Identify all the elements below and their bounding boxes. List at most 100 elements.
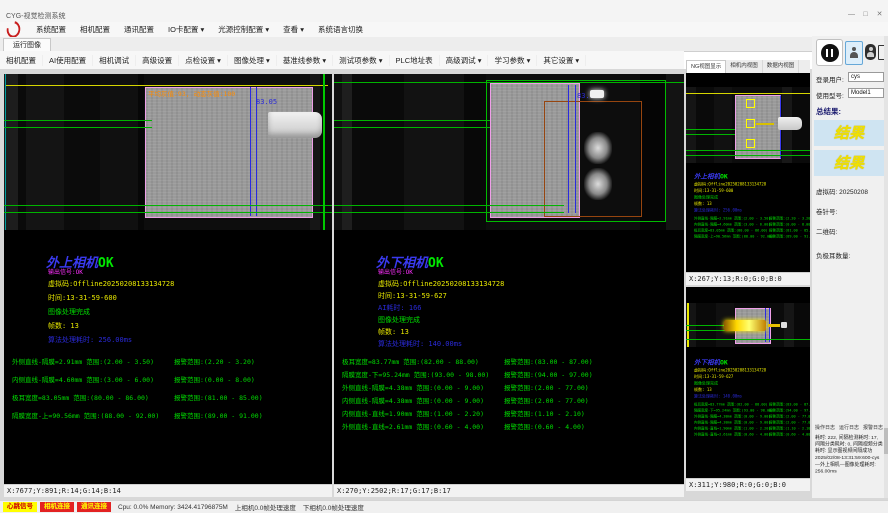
time-text: 时间:13-31-59-600 bbox=[694, 188, 810, 194]
camera-connect-badge: 相机连接 bbox=[40, 502, 74, 512]
camera-view-lower[interactable]: AI检测区域 83.77 外下相机OK 输出信号:OK 虚拟码:Offline2… bbox=[334, 74, 684, 484]
alarm-range: 报警范围:(89.00 - 91.00) bbox=[174, 410, 263, 420]
alarm-range: 报警范围:(2.00 - 77.00) bbox=[504, 382, 589, 392]
result-ok: OK bbox=[720, 173, 728, 181]
result-ok: OK bbox=[428, 256, 444, 271]
menu-item[interactable]: 通讯配置 bbox=[117, 24, 161, 35]
alarm-range: 报警范围:(0.00 - 8.00) bbox=[174, 374, 255, 384]
measurement-row: 隔膜宽度-上=90.56mm 范围:(88.00 - 92.00) 报警范围:(… bbox=[694, 234, 810, 240]
toolbar-item[interactable]: 图像处理 ▾ bbox=[228, 55, 277, 66]
toolbar-item[interactable]: 基准线参数 ▾ bbox=[277, 55, 333, 66]
measurement-list-upper: 外侧直线-隔膜=2.91mm 范围:(2.00 - 3.50) 报警范围:(2.… bbox=[12, 356, 328, 428]
measurement-row: 内侧直线-隔膜=4.60mm 范围:(3.00 - 6.00) 报警范围:(0.… bbox=[12, 374, 328, 392]
ng-view-upper[interactable]: 外上相机OK 虚拟码:Offline20250208133134728 时间:1… bbox=[686, 73, 810, 272]
scrollbar-thumb[interactable] bbox=[884, 428, 888, 454]
mark-dash bbox=[756, 123, 774, 125]
alarm-range: 报警范围:(2.00 - 77.00) bbox=[769, 420, 810, 425]
toolbar: 相机配置AI使用配置相机调试高级设置点检设置 ▾图像处理 ▾基准线参数 ▾测试项… bbox=[0, 51, 684, 69]
menu-items: 系统配置相机配置通讯配置IO卡配置 ▾光源控制配置 ▾查看 ▾系统语言切换 bbox=[29, 24, 370, 35]
toolbar-item[interactable]: 相机配置 bbox=[0, 55, 43, 66]
connector-tab bbox=[268, 112, 322, 138]
menu-item[interactable]: 相机配置 bbox=[73, 24, 117, 35]
neg-tab-count-label: 负极耳数量: bbox=[816, 250, 850, 260]
toolbar-item[interactable]: AI使用配置 bbox=[43, 55, 93, 66]
toolbar-item[interactable]: 学习参数 ▾ bbox=[488, 55, 537, 66]
baseline-yellow bbox=[686, 93, 810, 94]
toolbar-item[interactable]: PLC地址表 bbox=[390, 55, 440, 66]
user-icon bbox=[849, 47, 859, 59]
maximize-button[interactable]: □ bbox=[859, 10, 872, 20]
login-label: 登录用户: bbox=[816, 74, 844, 84]
mini-measurement-list: 极耳宽度=83.77mm 范围:(82.00 - 88.00) 报警范围:(83… bbox=[694, 402, 810, 438]
tab-run-image[interactable]: 运行图像 bbox=[3, 38, 51, 51]
result-box-2: 结果 bbox=[814, 150, 884, 176]
log-tabs: 操作日志运行日志报警日志 bbox=[815, 424, 887, 431]
model-label: 使用型号: bbox=[816, 90, 844, 100]
operator-dark-icon bbox=[865, 44, 876, 60]
alarm-range: 报警范围:(81.00 - 85.00) bbox=[174, 392, 263, 402]
time-text: 时间:13-31-59-627 bbox=[694, 374, 810, 380]
total-result-label: 总结果: bbox=[816, 106, 841, 117]
ref-line bbox=[686, 155, 810, 156]
title-bar: CYG-视觉检测系统 — □ ✕ bbox=[0, 0, 888, 22]
measurement-list-lower: 极耳宽度=83.77mm 范围:(82.00 - 88.00) 报警范围:(83… bbox=[342, 356, 680, 434]
log-tab[interactable]: 运行日志 bbox=[839, 424, 863, 431]
toolbar-item[interactable]: 高级调试 ▾ bbox=[440, 55, 489, 66]
menu-item[interactable]: 光源控制配置 ▾ bbox=[211, 24, 276, 35]
measurement-value: 隔膜宽度-下=95.24mm 范围:(93.00 - 98.00) bbox=[342, 371, 489, 379]
measurement-value: 极耳宽度=83.77mm 范围:(82.00 - 88.00) bbox=[342, 358, 479, 366]
toolbar-item[interactable]: 测试项参数 ▾ bbox=[333, 55, 389, 66]
close-button[interactable]: ✕ bbox=[873, 10, 886, 20]
measurement-row: 外侧直线-直线=2.61mm 范围:(0.60 - 4.00) 报警范围:(0.… bbox=[694, 432, 810, 438]
tab-row: 运行图像 bbox=[0, 37, 888, 52]
measurement-value: 内侧直线-直线=1.90mm 范围:(1.00 - 2.20) bbox=[694, 427, 770, 431]
measurement-value: 内侧直线-隔膜=4.60mm 范围:(3.00 - 6.00) bbox=[12, 376, 154, 384]
ref-line bbox=[4, 127, 152, 128]
barcode-text: 虚拟码:Offline20250208133134728 bbox=[48, 279, 174, 289]
measure-line-blue bbox=[568, 85, 576, 213]
cpu-memory-text: Cpu: 0.0% Memory: 3424.41796875M bbox=[118, 504, 228, 511]
side-view-tab[interactable]: NG视图显示 bbox=[686, 60, 726, 73]
coord-bar-lower: X:270;Y:2502;R:17;G:17;B:17 bbox=[334, 484, 684, 497]
alarm-range: 报警范围:(1.10 - 2.10) bbox=[769, 426, 810, 431]
alarm-range: 报警范围:(2.00 - 77.00) bbox=[504, 395, 589, 405]
frame-count: 帧数: 13 bbox=[694, 387, 810, 393]
minimize-button[interactable]: — bbox=[845, 10, 858, 20]
time-text: 时间:13-31-59-627 bbox=[378, 291, 447, 301]
log-tab[interactable]: 操作日志 bbox=[815, 424, 839, 431]
ng-view-lower[interactable]: 外下相机OK 虚拟码:Offline20250208133134728 时间:1… bbox=[686, 287, 810, 478]
measurement-value: 隔膜宽度-下=95.24mm 范围:(93.00 - 98.00) bbox=[694, 409, 773, 413]
sidebar-scrollbar[interactable] bbox=[884, 36, 888, 498]
result-ok: OK bbox=[720, 359, 728, 367]
menu-item[interactable]: 系统语言切换 bbox=[311, 24, 370, 35]
coord-bar-upper: X:7677;Y:891;R:14;G:14;B:14 bbox=[4, 484, 332, 497]
toolbar-item[interactable]: 其它设置 ▾ bbox=[537, 55, 586, 66]
side-view-tabs: NG视图显示相机内视图数据内视图 bbox=[686, 60, 810, 74]
toolbar-item[interactable]: 高级设置 bbox=[136, 55, 179, 66]
measurement-row: 内侧直线-直线=1.90mm 范围:(1.00 - 2.20) 报警范围:(1.… bbox=[342, 408, 680, 421]
user-button[interactable] bbox=[845, 41, 863, 65]
ref-line bbox=[686, 129, 735, 130]
result-box-1: 结果 bbox=[814, 120, 884, 146]
side-view-tab[interactable]: 相机内视图 bbox=[726, 60, 763, 73]
mark-yellow bbox=[746, 99, 755, 108]
menu-item[interactable]: 系统配置 bbox=[29, 24, 73, 35]
operator-button[interactable] bbox=[864, 41, 877, 63]
camera-name: 外上相机OK bbox=[694, 171, 810, 181]
qrcode-label: 二维码: bbox=[816, 226, 837, 236]
toolbar-item[interactable]: 点检设置 ▾ bbox=[179, 55, 228, 66]
menu-item[interactable]: 查看 ▾ bbox=[276, 24, 311, 35]
side-view-tab[interactable]: 数据内视图 bbox=[763, 60, 800, 73]
measurement-row: 隔膜宽度-上=90.56mm 范围:(88.00 - 92.00) 报警范围:(… bbox=[12, 410, 328, 428]
menu-item[interactable]: IO卡配置 ▾ bbox=[161, 24, 211, 35]
camera-view-upper[interactable]: 平均灰值:93, 动态灰值:100 83.05 外上相机OK 输出信号:OK 虚… bbox=[4, 74, 332, 484]
ai-time: AI耗时: 166 bbox=[378, 303, 422, 313]
measurement-value: 内侧直线-隔膜=4.38mm 范围:(0.00 - 9.00) bbox=[342, 397, 484, 405]
model-input[interactable]: Model1 bbox=[848, 88, 884, 98]
pause-button[interactable] bbox=[816, 39, 843, 66]
toolbar-item[interactable]: 相机调试 bbox=[93, 55, 136, 66]
menu-bar: 系统配置相机配置通讯配置IO卡配置 ▾光源控制配置 ▾查看 ▾系统语言切换 bbox=[0, 22, 888, 38]
ref-line bbox=[4, 212, 332, 213]
log-panel[interactable]: 耗时: 222, 间隔检测耗时: 17, 间隔分类耗时: 0, 间隔视频分类耗时… bbox=[815, 434, 883, 494]
login-input[interactable]: cys bbox=[848, 72, 884, 82]
